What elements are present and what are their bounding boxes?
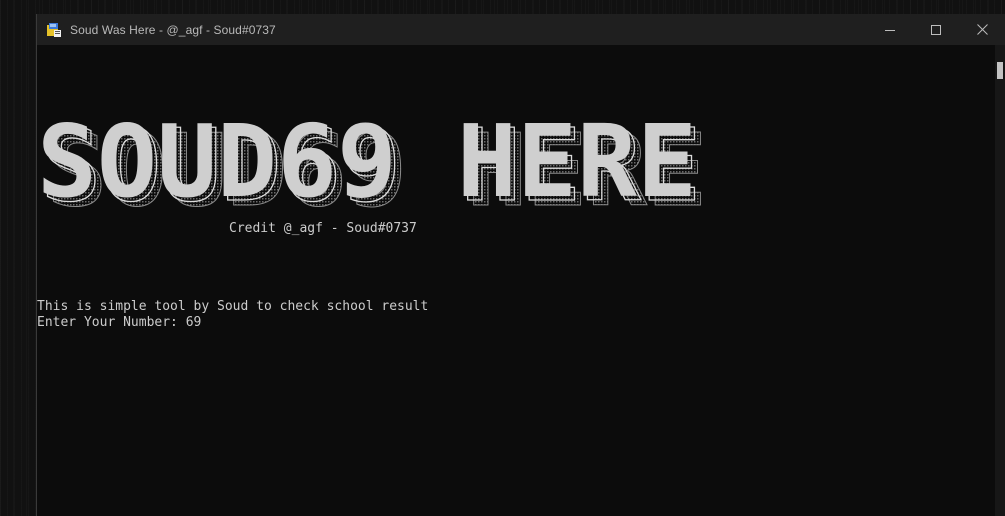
minimize-icon xyxy=(885,29,895,31)
console-window: Soud Was Here - @_agf - Soud#0737 SOUD69… xyxy=(36,14,1005,516)
window-title: Soud Was Here - @_agf - Soud#0737 xyxy=(70,22,276,37)
ascii-banner: SOUD69 HERE SOUD69 HERE SOUD69 HERE xyxy=(37,103,708,225)
console-app-icon xyxy=(46,22,62,38)
close-button[interactable] xyxy=(959,14,1005,45)
console-line-description: This is simple tool by Soud to check sch… xyxy=(37,299,429,314)
scrollbar-thumb[interactable] xyxy=(997,62,1003,79)
credit-line: Credit @_agf - Soud#0737 xyxy=(229,221,417,236)
console-line-prompt: Enter Your Number: 69 xyxy=(37,315,202,330)
maximize-button[interactable] xyxy=(913,14,959,45)
title-bar[interactable]: Soud Was Here - @_agf - Soud#0737 xyxy=(37,14,1005,45)
console-output[interactable]: SOUD69 HERE SOUD69 HERE SOUD69 HERE Cred… xyxy=(37,45,995,516)
maximize-icon xyxy=(931,24,941,35)
close-icon xyxy=(976,24,988,35)
minimize-button[interactable] xyxy=(867,14,913,45)
banner-text: SOUD69 HERE xyxy=(37,103,697,220)
window-controls xyxy=(867,14,1005,45)
vertical-scrollbar[interactable] xyxy=(995,45,1005,516)
